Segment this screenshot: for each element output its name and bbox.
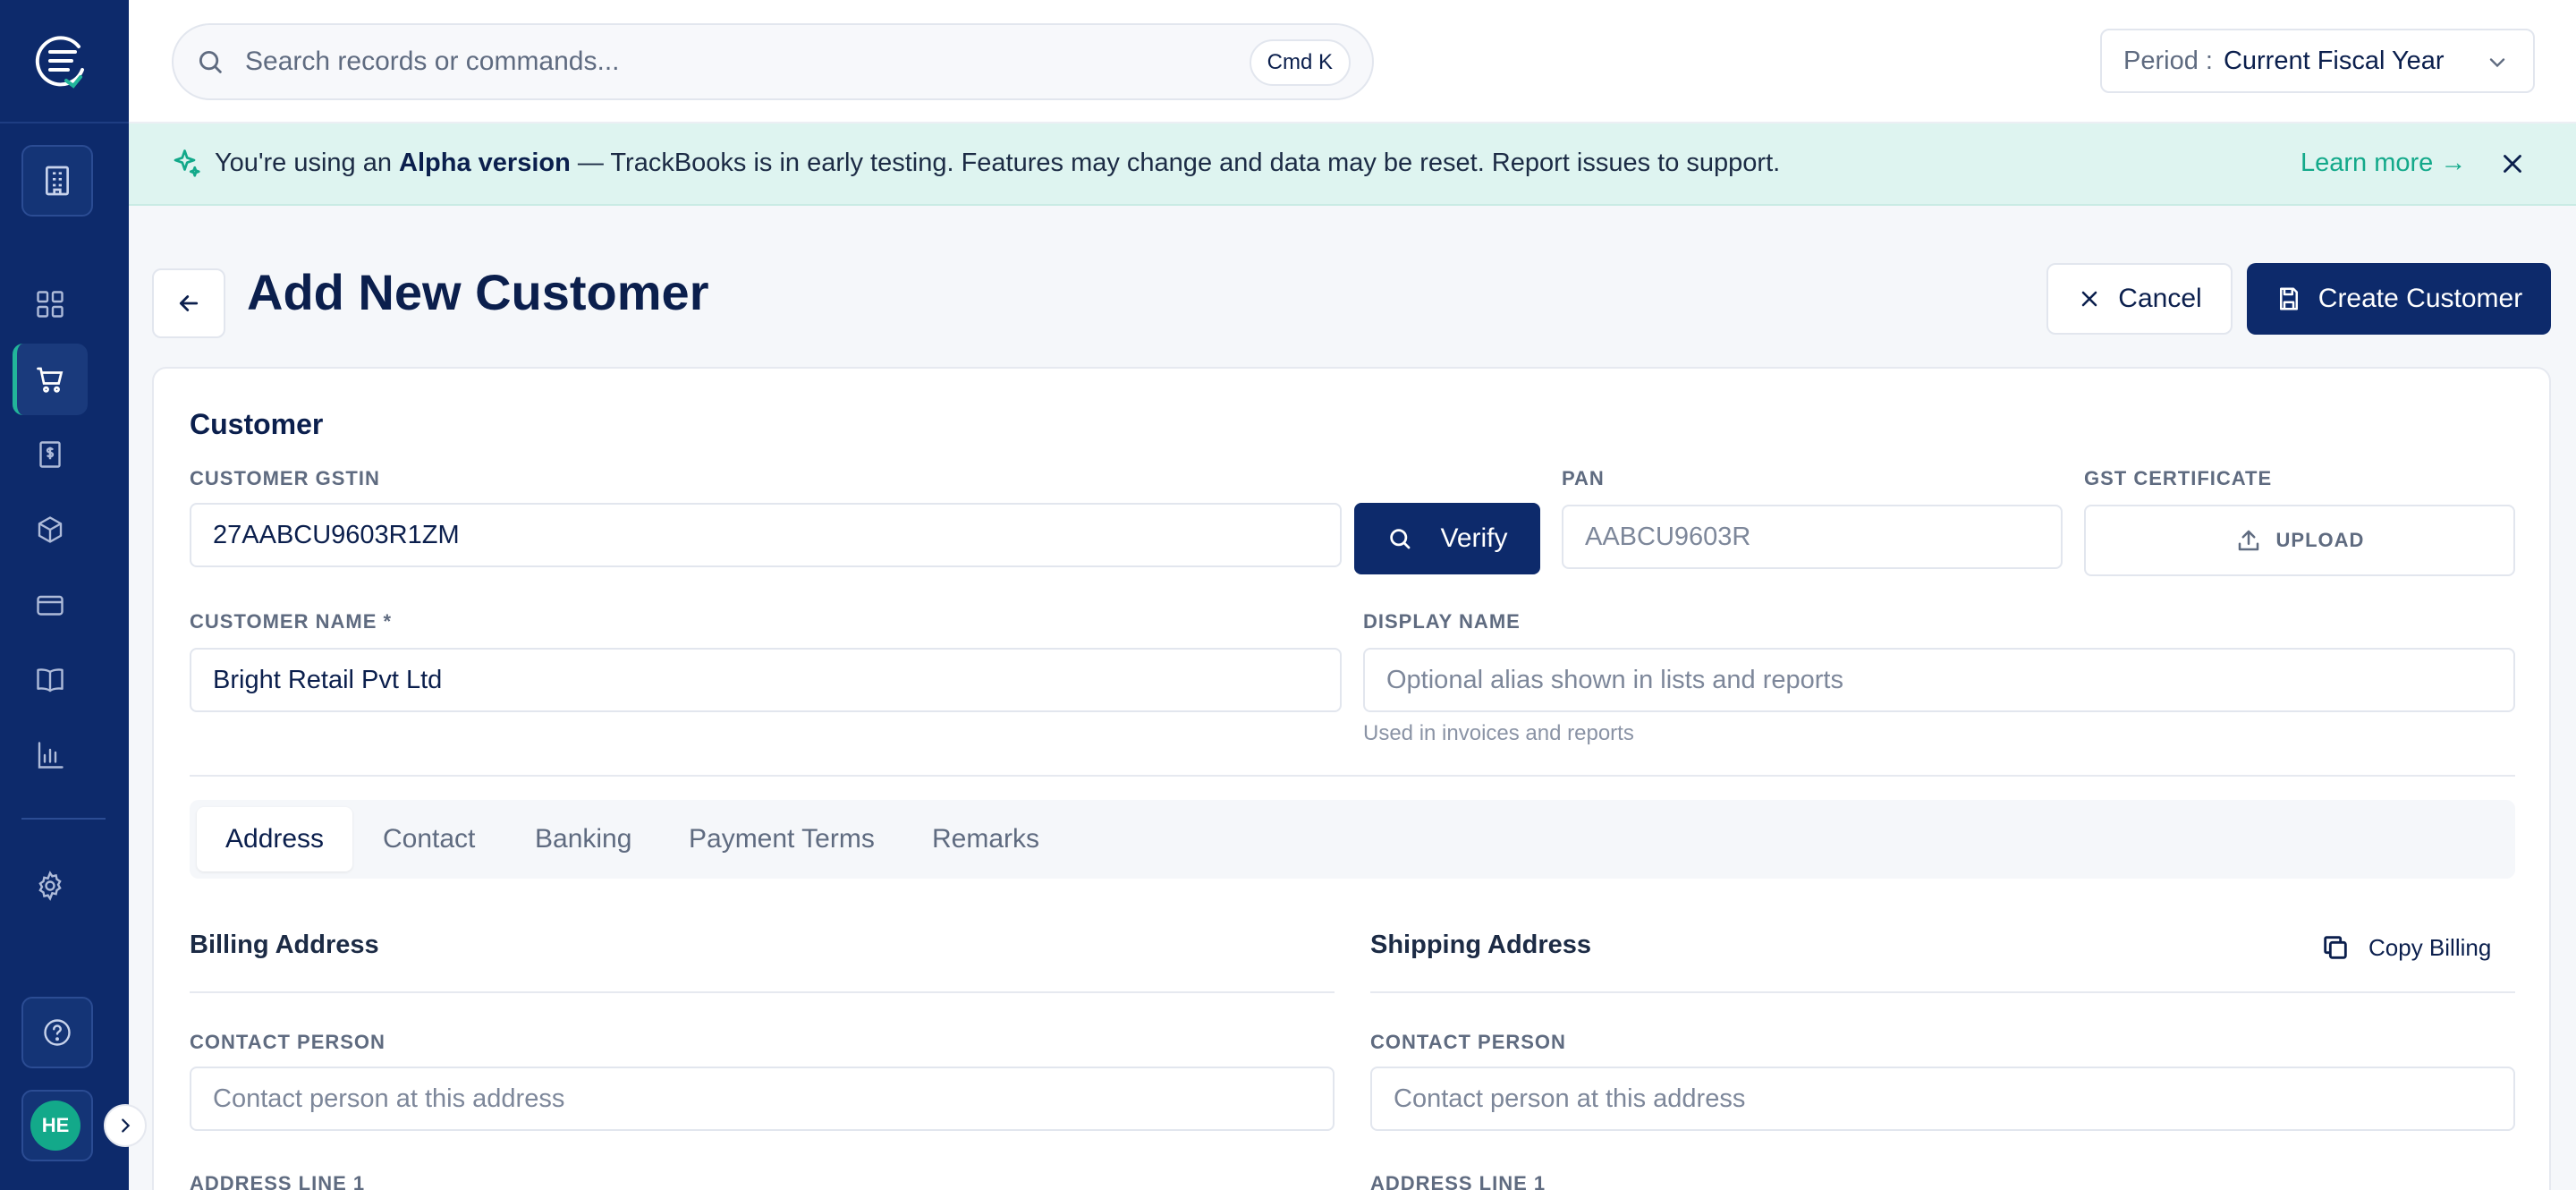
top-bar: Search records or commands... Cmd K Peri… [129,0,2576,123]
back-button[interactable] [152,268,225,338]
copy-billing-label: Copy Billing [2368,933,2492,961]
display-name-label: DISPLAY NAME [1363,610,1521,633]
app-root: HE Search records or commands... Cmd K P… [0,0,2576,1190]
customer-name-label: CUSTOMER NAME * [190,610,393,633]
pan-label: PAN [1562,467,1605,489]
gear-icon [38,871,62,901]
banner-text-bold: Alpha version [399,149,571,177]
package-box-icon [38,516,63,543]
upload-icon [2238,530,2258,551]
tab-address[interactable]: Address [197,807,353,871]
bar-chart-icon [38,742,64,769]
receipt-dollar-icon [39,441,61,468]
form-tabs: Address Contact Banking Payment Terms Re… [190,800,2515,879]
sidebar-item-ledger[interactable] [29,659,72,701]
sparkle-icon [170,147,202,183]
chevron-down-icon [2485,50,2510,82]
banner-message: You're using an Alpha version — TrackBoo… [215,149,1780,178]
close-banner-icon[interactable] [2497,149,2528,183]
period-value: Current Fiscal Year [2223,46,2445,75]
building-icon [46,166,69,196]
create-customer-label: Create Customer [2318,284,2523,313]
gstin-label: CUSTOMER GSTIN [190,467,380,489]
shipping-address-title: Shipping Address [1370,931,1592,959]
learn-more-link[interactable]: Learn more → [2301,149,2466,178]
shipping-contact-label: CONTACT PERSON [1370,1031,1566,1053]
search-icon [195,47,225,81]
copy-billing-button[interactable]: Copy Billing [2320,932,2491,963]
sidebar-item-invoices[interactable] [29,433,72,476]
shipping-contact-input[interactable]: Contact person at this address [1370,1067,2515,1131]
dashboard-grid-icon [37,291,64,318]
shopping-cart-icon [37,367,64,393]
close-icon [2082,291,2097,307]
sidebar: HE [0,0,129,1190]
sidebar-item-help[interactable] [21,997,93,1068]
shipping-address-line1-label: ADDRESS LINE 1 [1370,1172,1546,1190]
help-circle-icon [44,1019,71,1046]
user-avatar[interactable]: HE [30,1101,80,1151]
display-name-input[interactable]: Optional alias shown in lists and report… [1363,648,2515,712]
chevron-right-icon [122,1118,131,1133]
open-book-icon [37,668,64,693]
sidebar-item-payments[interactable] [29,583,72,626]
gst-certificate-label: GST CERTIFICATE [2084,467,2273,489]
arrow-left-icon [179,295,199,311]
upload-gst-certificate-button[interactable]: UPLOAD [2084,505,2515,576]
display-name-hint: Used in invoices and reports [1363,721,1634,745]
pan-input[interactable]: AABCU9603R [1562,505,2063,569]
trackbooks-logo[interactable] [32,30,89,91]
search-icon [1390,529,1411,549]
section-divider [190,775,2515,777]
sidebar-item-inventory[interactable] [29,508,72,551]
alpha-banner: You're using an Alpha version — TrackBoo… [129,123,2576,206]
verify-label: Verify [1440,523,1508,553]
credit-card-icon [37,595,64,616]
tab-payment-terms[interactable]: Payment Terms [689,807,875,871]
period-label: Period : [2123,46,2213,75]
banner-text-prefix: You're using an [215,149,400,177]
page-title: Add New Customer [247,264,709,320]
cancel-label: Cancel [2118,284,2202,313]
save-icon [2279,287,2298,310]
sidebar-separator [0,122,129,123]
copy-icon [2324,936,2347,959]
search-shortcut-badge: Cmd K [1249,39,1351,86]
billing-divider [190,991,1335,993]
billing-address-title: Billing Address [190,931,379,959]
customer-name-input[interactable]: Bright Retail Pvt Ltd [190,648,1342,712]
billing-contact-label: CONTACT PERSON [190,1031,386,1053]
gstin-input[interactable]: 27AABCU9603R1ZM [190,503,1342,567]
billing-contact-input[interactable]: Contact person at this address [190,1067,1335,1131]
period-select[interactable]: Period : Current Fiscal Year [2100,29,2535,93]
sidebar-item-reports[interactable] [29,734,72,777]
shipping-divider [1370,991,2515,993]
banner-text-suffix: — TrackBooks is in early testing. Featur… [570,149,1781,177]
sidebar-item-dashboard[interactable] [29,283,72,326]
cancel-button[interactable]: Cancel [2046,263,2233,335]
tab-remarks[interactable]: Remarks [932,807,1039,871]
sidebar-item-sales[interactable] [29,358,72,401]
sidebar-item-settings[interactable] [29,864,72,907]
sidebar-item-company[interactable] [21,145,93,217]
upload-label: UPLOAD [2275,529,2365,551]
sidebar-divider [21,818,106,820]
search-placeholder: Search records or commands... [245,47,620,76]
global-search-input[interactable]: Search records or commands... Cmd K [172,23,1374,100]
tab-contact[interactable]: Contact [383,807,475,871]
sidebar-expand-button[interactable] [104,1104,147,1147]
create-customer-button[interactable]: Create Customer [2247,263,2551,335]
billing-address-line1-label: ADDRESS LINE 1 [190,1172,366,1190]
tab-banking[interactable]: Banking [535,807,631,871]
customer-section-title: Customer [190,408,324,440]
verify-gstin-button[interactable]: Verify [1354,503,1540,574]
